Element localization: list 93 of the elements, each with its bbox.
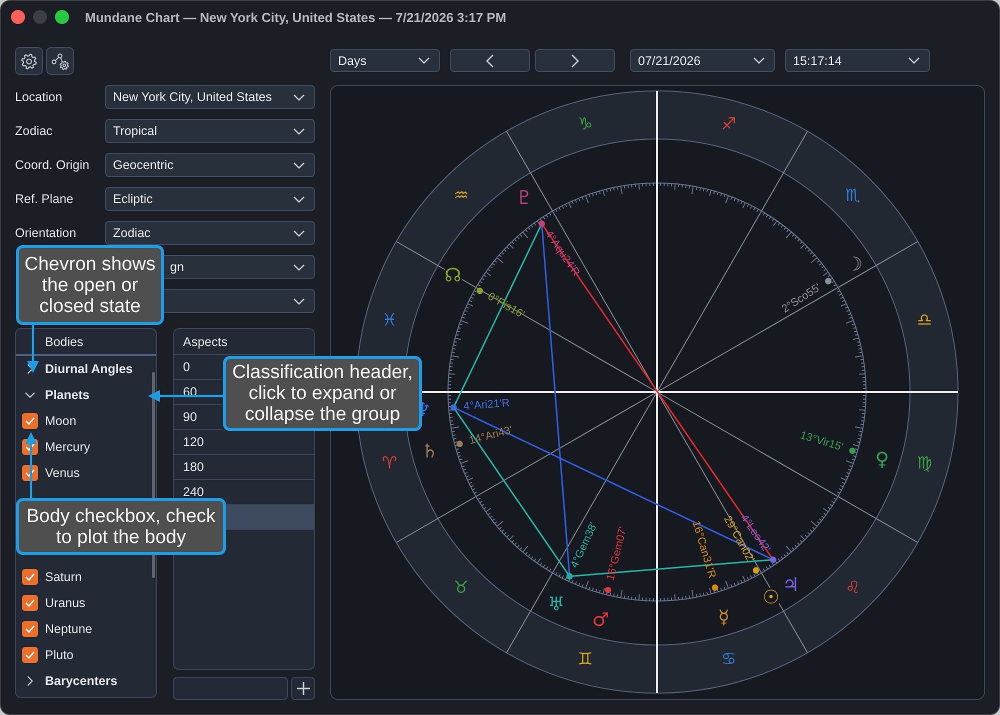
checkbox[interactable] [22,413,38,429]
checkbox[interactable] [22,621,38,637]
callout: Body checkbox, check to plot the body [16,498,226,555]
nodes-gear-icon [51,52,69,70]
planet-glyph: ☉ [762,586,780,608]
time-dropdown[interactable]: 15:17:14 [785,49,930,72]
body-name: Neptune [45,622,92,636]
chevron-down-icon [293,94,305,100]
field-label: Coord. Origin [15,158,90,172]
dropdown[interactable]: New York City, United States [105,85,315,109]
checkmark-icon [25,417,35,425]
position-label: 13°Vir15' [798,429,844,454]
add-button[interactable] [291,677,315,700]
step-dropdown[interactable]: Days [330,49,440,72]
checkbox[interactable] [22,595,38,611]
body-name: Uranus [45,596,86,610]
checkmark-icon [25,625,35,633]
group-header[interactable]: Diurnal Angles [16,356,137,382]
checkbox[interactable] [22,647,38,663]
field-label: Ref. Plane [15,192,74,206]
position-label: 4°Ari21'R [463,397,510,413]
zoom-button[interactable] [55,10,69,24]
list-header: Aspects [174,329,314,355]
body-name: Pluto [45,648,74,662]
plus-icon [296,682,310,695]
checkmark-icon [25,573,35,581]
chevron-down-icon [293,196,305,202]
body-name: Venus [45,466,80,480]
chevron-down-icon [753,57,765,64]
chevron-down-icon [293,298,305,304]
dropdown[interactable]: Tropical [105,119,315,143]
checkmark-icon [25,651,35,659]
chevron-down-icon [293,230,305,236]
list-header: Bodies [16,329,156,356]
aspect-row[interactable]: 90 [174,405,222,430]
input-field[interactable] [173,677,288,700]
zodiac-sign-glyph: ♏ [845,186,860,206]
chevron-left-icon [486,54,494,68]
planet-glyph: ♅ [548,593,565,616]
settings-icon [20,52,38,70]
dropdown[interactable]: Geocentric [105,153,315,177]
planet-glyph: ♇ [516,187,533,210]
planet-glyph: ☿ [718,606,730,628]
zodiac-sign-glyph: ♓ [382,310,398,330]
position-label: 14°Ari43' [468,424,514,448]
planet-glyph: ♂ [592,609,610,632]
aspect-row[interactable]: 180 [174,455,314,480]
zodiac-sign-glyph: ♊ [578,650,593,670]
callout-arrow [27,325,39,373]
chevron-down-icon [293,264,305,270]
body-name: Mercury [45,440,90,454]
zodiac-sign-glyph: ♐ [721,114,736,134]
close-button[interactable] [11,10,25,24]
callout: Chevron shows the open or closed state [16,245,164,325]
group-header[interactable]: Planets [16,382,94,408]
dropdown[interactable]: gn [163,255,315,279]
checkmark-icon [25,469,35,477]
zodiac-sign-glyph: ♋ [721,650,736,670]
date-dropdown[interactable]: 07/21/2026 [630,49,775,72]
zodiac-sign-glyph: ♒ [454,186,469,206]
body-name: Moon [45,414,76,428]
group-header[interactable]: Barycenters [16,668,122,694]
dropdown[interactable]: Ecliptic [105,187,315,211]
dropdown[interactable]: Zodiac [105,221,315,245]
body-name: Saturn [45,570,82,584]
chevron-down-icon [293,162,305,168]
zodiac-sign-glyph: ♉ [454,578,469,598]
chevron-down-icon [293,128,305,134]
aspect-row[interactable]: 0 [174,355,222,380]
chevron-down-icon [908,57,920,64]
field-label: Location [15,90,62,104]
settings-button[interactable] [15,47,43,75]
planet-glyph: ♄ [421,440,438,463]
chart-settings-button[interactable] [46,47,74,75]
checkmark-icon [25,443,35,451]
chevron-down-icon [418,57,430,64]
chevron-right-icon [571,54,579,68]
planet-glyph: ♃ [782,574,800,596]
callout-arrow [25,432,37,498]
zodiac-sign-glyph: ♍ [916,454,932,474]
zodiac-sign-glyph: ♌ [845,578,860,598]
zodiac-sign-glyph: ♈ [382,454,398,474]
planet-glyph: ☊ [444,264,462,286]
callout: Classification header, click to expand or collapse the group [223,356,422,431]
planet-glyph: ☽ [846,253,863,276]
window-title: Mundane Chart — New York City, United States — 7/21/2026 3:17 PM [85,10,506,24]
zodiac-sign-glyph: ♑ [578,114,593,134]
checkbox[interactable] [22,569,38,585]
planet-glyph: ♀ [875,448,889,471]
field-label: Orientation [15,226,76,240]
zodiac-sign-glyph: ♎ [916,310,932,330]
field-label: Zodiac [15,124,53,138]
checkmark-icon [25,599,35,607]
